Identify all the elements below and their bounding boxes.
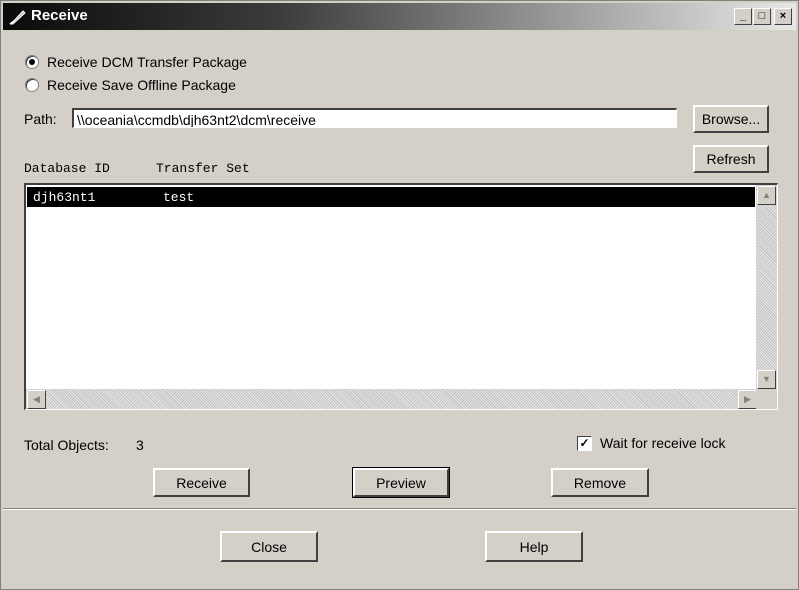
- vertical-scrollbar[interactable]: ▲ ▼: [756, 185, 777, 389]
- close-window-button[interactable]: ×: [774, 8, 792, 25]
- transfer-list[interactable]: djh63nt1 test ▲ ▼ ◀ ▶: [24, 183, 778, 410]
- radio-indicator[interactable]: [25, 78, 39, 92]
- column-header-transfer-set[interactable]: Transfer Set: [156, 161, 250, 176]
- total-objects-label: Total Objects:: [24, 437, 109, 453]
- arrow-down-icon[interactable]: ▼: [757, 370, 776, 389]
- separator: [3, 508, 796, 510]
- radio-transfer-package[interactable]: Receive DCM Transfer Package: [25, 54, 247, 70]
- cell-database-id: djh63nt1: [33, 190, 96, 205]
- title-bar[interactable]: Receive _ □ ×: [3, 3, 796, 30]
- preview-button[interactable]: Preview: [352, 467, 450, 498]
- maximize-button[interactable]: □: [753, 8, 771, 25]
- arrow-left-icon[interactable]: ◀: [27, 390, 46, 409]
- check-icon[interactable]: ✓: [577, 435, 592, 451]
- cell-transfer-set: test: [163, 190, 195, 205]
- feather-pen-icon: [9, 10, 26, 25]
- arrow-right-icon[interactable]: ▶: [738, 390, 757, 409]
- column-header-database-id[interactable]: Database ID: [24, 161, 110, 176]
- receive-button[interactable]: Receive: [153, 468, 250, 497]
- wait-lock-label: Wait for receive lock: [600, 435, 726, 451]
- path-input[interactable]: \\oceania\ccmdb\djh63nt2\dcm\receive: [72, 108, 677, 128]
- close-button[interactable]: Close: [220, 531, 318, 562]
- arrow-up-icon[interactable]: ▲: [757, 186, 776, 205]
- table-row[interactable]: djh63nt1 test: [27, 187, 755, 207]
- window-title: Receive: [31, 7, 88, 24]
- remove-button[interactable]: Remove: [551, 468, 649, 497]
- radio-label: Receive Save Offline Package: [47, 77, 236, 93]
- scrollbar-corner: [756, 389, 777, 409]
- browse-button[interactable]: Browse...: [693, 105, 769, 133]
- path-label: Path:: [24, 111, 57, 127]
- refresh-button[interactable]: Refresh: [693, 145, 769, 173]
- total-objects-value: 3: [136, 437, 144, 453]
- wait-lock-checkbox[interactable]: ✓ Wait for receive lock: [577, 435, 726, 451]
- horizontal-scrollbar[interactable]: ◀ ▶: [26, 389, 757, 409]
- help-button[interactable]: Help: [485, 531, 583, 562]
- radio-offline-package[interactable]: Receive Save Offline Package: [25, 77, 236, 93]
- radio-label: Receive DCM Transfer Package: [47, 54, 247, 70]
- radio-indicator[interactable]: [25, 55, 39, 69]
- minimize-button[interactable]: _: [734, 8, 752, 25]
- receive-dialog: Receive _ □ × Receive DCM Transfer Packa…: [0, 0, 799, 590]
